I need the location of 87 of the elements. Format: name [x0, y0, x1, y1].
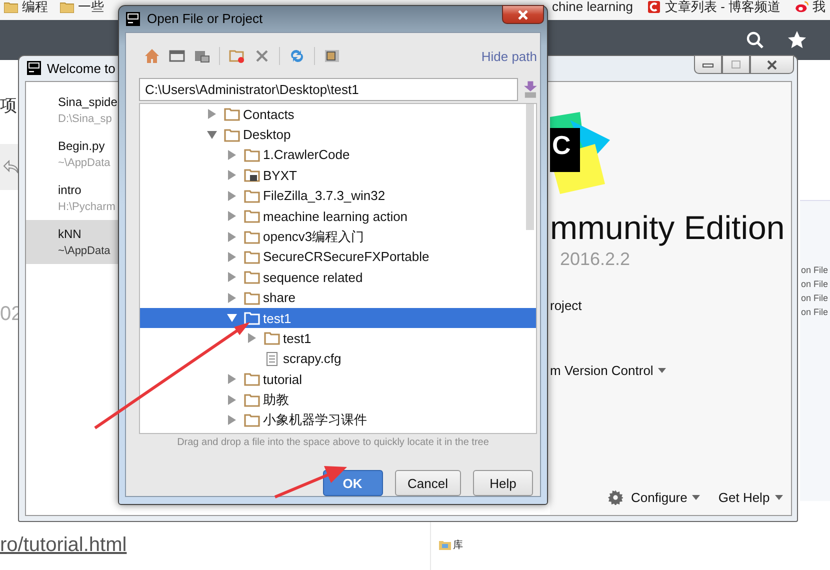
tree-row[interactable]: share — [140, 288, 536, 308]
file-icon — [264, 352, 280, 366]
expand-arrow-icon[interactable] — [247, 333, 257, 344]
home-icon[interactable] — [144, 48, 160, 64]
file-type-text: on File — [800, 278, 830, 291]
tree-row[interactable]: meachine learning action — [140, 206, 536, 226]
app-icon — [126, 12, 140, 26]
hide-path-link[interactable]: Hide path — [481, 48, 537, 64]
module-folder-icon — [244, 168, 260, 182]
collapse-arrow-icon[interactable] — [207, 130, 217, 140]
file-type-text: on File — [800, 264, 830, 277]
star-icon[interactable] — [787, 30, 807, 50]
caret-icon — [774, 495, 783, 500]
path-field[interactable]: C:\Users\Administrator\Desktop\test1 — [139, 78, 518, 100]
bookmark-link[interactable]: 我 — [794, 0, 826, 14]
refresh-icon[interactable] — [289, 48, 305, 64]
app-icon — [27, 61, 41, 75]
file-type-text: on File — [800, 292, 830, 305]
hint-text: Drag and drop a file into the space above to quickly locate it in the tree — [176, 436, 490, 450]
tree-row[interactable]: Contacts — [140, 104, 536, 124]
tree-row[interactable]: 助教 — [140, 389, 536, 410]
tree-row[interactable]: test1 — [140, 328, 536, 349]
close-icon — [517, 10, 529, 20]
dialog-button[interactable]: OK — [322, 470, 383, 496]
tree-row[interactable]: 小象机器学习课件 — [140, 410, 536, 430]
welcome-action-link[interactable]: m Version Control — [550, 363, 666, 378]
recent-project-item[interactable]: Sina_spide D:\Sina_sp — [26, 88, 120, 132]
close-button[interactable] — [750, 55, 794, 74]
scrollbar-thumb[interactable] — [526, 104, 534, 230]
tree-row[interactable]: tutorial — [140, 369, 536, 390]
new-folder-icon[interactable] — [229, 48, 245, 64]
tree-row[interactable]: Desktop — [140, 124, 536, 145]
window-title: Welcome to — [47, 60, 116, 76]
gear-icon — [608, 490, 623, 505]
expand-arrow-icon[interactable] — [227, 415, 237, 426]
edition-title: mmunity Edition — [550, 208, 785, 248]
tree-row[interactable]: test1 — [140, 308, 536, 328]
welcome-action-link[interactable]: roject — [550, 298, 666, 313]
recent-project-item[interactable]: kNN ~\AppData — [26, 220, 120, 264]
collapse-arrow-icon[interactable] — [227, 313, 237, 324]
expand-arrow-icon[interactable] — [227, 272, 237, 282]
recent-project-item[interactable]: intro H:\Pycharm — [26, 176, 120, 220]
bookmark-link[interactable]: 文章列表 - 博客频道 — [646, 0, 781, 14]
tree-row[interactable]: sequence related — [140, 267, 536, 288]
tree-row[interactable]: FileZilla_3.7.3_win32 — [140, 186, 536, 206]
footer-menu-link[interactable]: Configure — [608, 490, 700, 505]
maximize-icon — [730, 60, 742, 70]
maximize-button[interactable] — [722, 55, 750, 74]
tree-row[interactable]: scrapy.cfg — [140, 348, 536, 370]
expand-arrow-icon[interactable] — [227, 394, 237, 405]
search-icon[interactable] — [746, 31, 764, 49]
delete-icon[interactable] — [254, 48, 270, 64]
expand-arrow-icon[interactable] — [227, 150, 237, 160]
download-icon[interactable] — [524, 80, 537, 98]
expand-arrow-icon[interactable] — [207, 109, 217, 120]
caret-icon — [692, 495, 700, 500]
tree-row[interactable]: SecureCRSecureFXPortable — [140, 246, 536, 268]
tree-row[interactable]: BYXT — [140, 165, 536, 186]
close-button[interactable] — [502, 5, 544, 24]
bookmark-link[interactable]: chine learning — [552, 0, 633, 14]
close-icon — [766, 60, 778, 70]
tutorial-link[interactable]: ro/tutorial.html — [0, 534, 127, 557]
library-item[interactable]: 库 — [439, 538, 463, 552]
expand-arrow-icon[interactable] — [227, 292, 237, 303]
file-type-text: on File — [800, 306, 830, 319]
window-icon[interactable] — [169, 48, 185, 64]
expand-arrow-icon[interactable] — [227, 211, 237, 222]
expand-arrow-icon[interactable] — [227, 170, 237, 180]
dialog-button[interactable]: Cancel — [394, 470, 461, 496]
bookmark-link[interactable]: 编程 — [4, 0, 48, 14]
caret-icon — [658, 368, 666, 373]
expand-arrow-icon[interactable] — [227, 252, 237, 262]
tree-row[interactable]: 1.CrawlerCode — [140, 144, 536, 166]
dialog-title: Open File or Project — [147, 11, 263, 26]
library-icon — [439, 540, 451, 550]
expand-arrow-icon[interactable] — [227, 374, 237, 384]
heading-text: 项 — [0, 95, 17, 117]
version-text: 2016.2.2 — [560, 248, 630, 270]
recent-project-item[interactable]: Begin.py ~\AppData — [26, 132, 120, 176]
footer-menu-link[interactable]: Get Help — [718, 490, 783, 505]
minimize-button[interactable] — [694, 55, 722, 74]
bookmark-link[interactable]: 一些 — [60, 0, 104, 14]
tree-row[interactable]: opencv3编程入门 — [140, 226, 536, 247]
expand-arrow-icon[interactable] — [227, 190, 237, 201]
reply-icon[interactable] — [3, 160, 19, 174]
expand-arrow-icon[interactable] — [227, 232, 237, 242]
dialog-button[interactable]: Help — [473, 470, 533, 496]
